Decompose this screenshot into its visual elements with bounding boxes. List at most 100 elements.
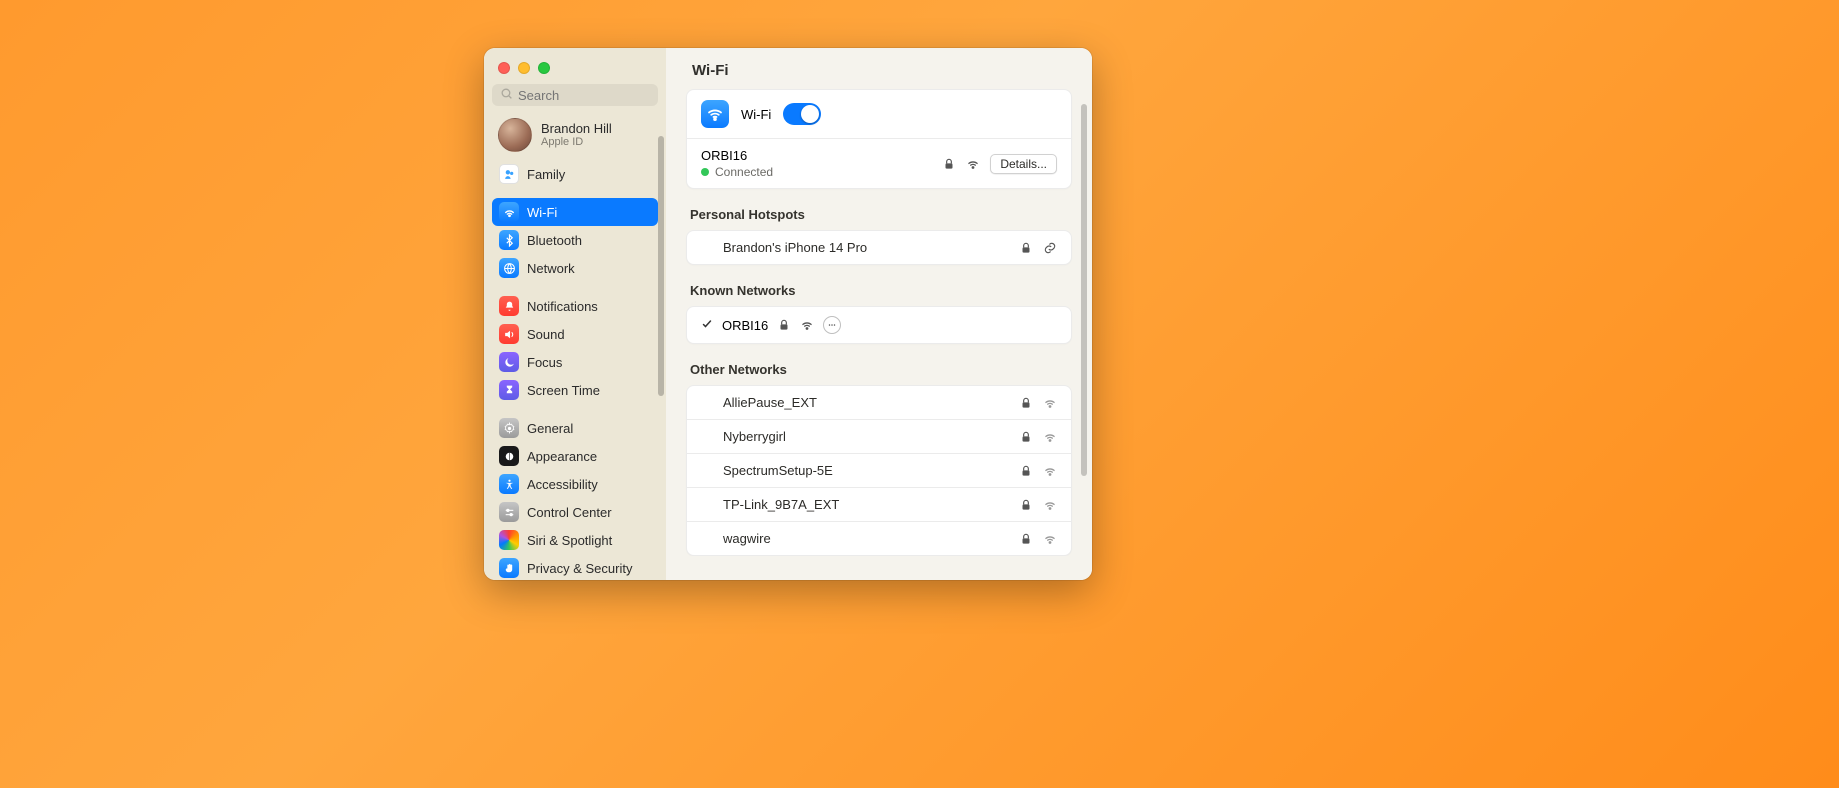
sidebar-item-siri[interactable]: Siri & Spotlight (492, 526, 658, 554)
sidebar-item-label: Wi-Fi (527, 205, 557, 220)
sidebar-item-label: Family (527, 167, 565, 182)
sidebar-item-wifi[interactable]: Wi-Fi (492, 198, 658, 226)
other-network-row[interactable]: Nyberrygirl (687, 419, 1071, 453)
speaker-icon (499, 324, 519, 344)
sidebar-item-focus[interactable]: Focus (492, 348, 658, 376)
current-ssid: ORBI16 (701, 148, 932, 163)
sidebar-item-label: Network (527, 261, 575, 276)
sidebar-item-family[interactable]: Family (492, 160, 658, 188)
more-options-button[interactable] (823, 316, 841, 334)
wifi-signal-icon (1043, 396, 1057, 410)
other-network-row[interactable]: AlliePause_EXT (687, 386, 1071, 419)
user-name: Brandon Hill (541, 122, 612, 137)
wifi-toggle[interactable] (783, 103, 821, 125)
section-title-other-networks: Other Networks (686, 358, 1072, 385)
moon-icon (499, 352, 519, 372)
network-name: wagwire (723, 531, 1009, 546)
hotspot-row[interactable]: Brandon's iPhone 14 Pro (687, 231, 1071, 264)
sidebar-item-label: Notifications (527, 299, 598, 314)
status-dot-icon (701, 168, 709, 176)
sidebar-item-label: Siri & Spotlight (527, 533, 612, 548)
lock-icon (1019, 498, 1033, 512)
minimize-window-button[interactable] (518, 62, 530, 74)
sidebar-item-label: Focus (527, 355, 562, 370)
sidebar-item-screentime[interactable]: Screen Time (492, 376, 658, 404)
wifi-signal-icon (1043, 498, 1057, 512)
wifi-signal-icon (1043, 430, 1057, 444)
wifi-signal-icon (1043, 532, 1057, 546)
section-title-personal-hotspots: Personal Hotspots (686, 203, 1072, 230)
wifi-badge-icon (701, 100, 729, 128)
accessibility-icon (499, 474, 519, 494)
sidebar-item-label: General (527, 421, 573, 436)
section-title-known-networks: Known Networks (686, 279, 1072, 306)
sidebar-item-network[interactable]: Network (492, 254, 658, 282)
wifi-status-card: Wi-Fi ORBI16 Connected (686, 89, 1072, 189)
zoom-window-button[interactable] (538, 62, 550, 74)
sidebar-item-appearance[interactable]: Appearance (492, 442, 658, 470)
network-name: AlliePause_EXT (723, 395, 1009, 410)
other-network-row[interactable]: wagwire (687, 521, 1071, 555)
sidebar-scrollbar[interactable] (658, 136, 664, 396)
main-pane: Wi-Fi Wi-Fi ORBI16 Connected (666, 48, 1092, 580)
sidebar-item-accessibility[interactable]: Accessibility (492, 470, 658, 498)
current-network-row[interactable]: ORBI16 Connected Details... (687, 138, 1071, 188)
sidebar-item-label: Appearance (527, 449, 597, 464)
checkmark-icon (701, 318, 713, 333)
lock-icon (1019, 464, 1033, 478)
system-settings-window: Brandon Hill Apple ID Family Wi-Fi (484, 48, 1092, 580)
search-field[interactable] (492, 84, 658, 106)
other-network-row[interactable]: SpectrumSetup-5E (687, 453, 1071, 487)
current-status: Connected (715, 165, 773, 179)
lock-icon (1019, 241, 1033, 255)
page-title: Wi-Fi (666, 48, 1092, 89)
close-window-button[interactable] (498, 62, 510, 74)
link-icon (1043, 241, 1057, 255)
hand-icon (499, 558, 519, 578)
lock-icon (777, 318, 791, 332)
sidebar-item-label: Privacy & Security (527, 561, 632, 576)
known-network-name: ORBI16 (722, 318, 768, 333)
lock-icon (1019, 532, 1033, 546)
network-name: Nyberrygirl (723, 429, 1009, 444)
siri-icon (499, 530, 519, 550)
network-name: SpectrumSetup-5E (723, 463, 1009, 478)
window-controls (498, 62, 658, 74)
network-icon (499, 258, 519, 278)
sliders-icon (499, 502, 519, 522)
sidebar: Brandon Hill Apple ID Family Wi-Fi (484, 48, 666, 580)
sidebar-item-controlcenter[interactable]: Control Center (492, 498, 658, 526)
search-input[interactable] (518, 88, 666, 103)
search-icon (500, 87, 513, 103)
lock-icon (1019, 430, 1033, 444)
bluetooth-icon (499, 230, 519, 250)
sidebar-item-bluetooth[interactable]: Bluetooth (492, 226, 658, 254)
wifi-icon (499, 202, 519, 222)
sidebar-item-label: Accessibility (527, 477, 598, 492)
sidebar-item-label: Screen Time (527, 383, 600, 398)
other-network-row[interactable]: TP-Link_9B7A_EXT (687, 487, 1071, 521)
wifi-header-label: Wi-Fi (741, 107, 771, 122)
gear-icon (499, 418, 519, 438)
family-icon (499, 164, 519, 184)
sidebar-item-label: Sound (527, 327, 565, 342)
user-subtitle: Apple ID (541, 136, 612, 148)
sidebar-item-sound[interactable]: Sound (492, 320, 658, 348)
main-scrollbar[interactable] (1081, 104, 1087, 476)
lock-icon (1019, 396, 1033, 410)
user-avatar-icon (498, 118, 532, 152)
wifi-signal-icon (800, 318, 814, 332)
wifi-signal-icon (966, 157, 980, 171)
details-button[interactable]: Details... (990, 154, 1057, 174)
sidebar-item-privacy[interactable]: Privacy & Security (492, 554, 658, 580)
sidebar-item-notifications[interactable]: Notifications (492, 292, 658, 320)
wifi-signal-icon (1043, 464, 1057, 478)
sidebar-list: Family Wi-Fi Bluetooth (492, 160, 658, 580)
known-network-row[interactable]: ORBI16 (687, 307, 1071, 343)
sidebar-item-label: Control Center (527, 505, 612, 520)
bell-icon (499, 296, 519, 316)
hotspot-name: Brandon's iPhone 14 Pro (723, 240, 1009, 255)
sidebar-item-general[interactable]: General (492, 414, 658, 442)
apple-id-row[interactable]: Brandon Hill Apple ID (492, 116, 658, 160)
lock-icon (942, 157, 956, 171)
